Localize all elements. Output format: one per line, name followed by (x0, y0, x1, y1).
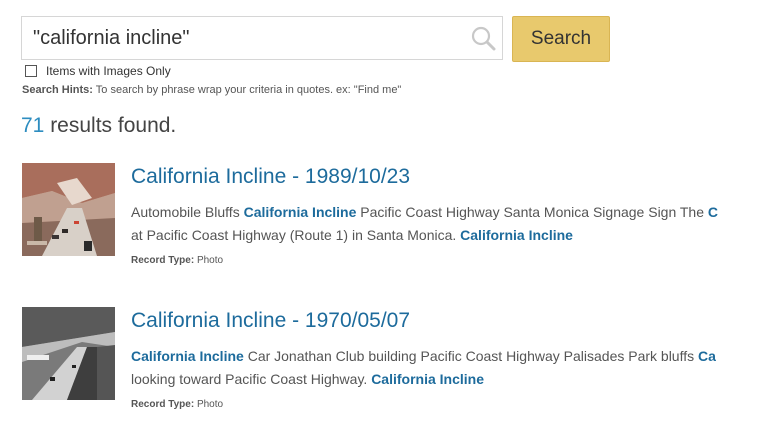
record-type-label: Record Type: (131, 399, 195, 410)
snippet-highlight: California Incline (131, 348, 244, 364)
snippet-text: Pacific Coast Highway Santa Monica Signa… (356, 204, 708, 220)
snippet-text: at Pacific Coast Highway (Route 1) in Sa… (131, 227, 461, 243)
search-box (21, 16, 503, 60)
result-snippet: Automobile Bluffs California Incline Pac… (131, 201, 768, 247)
snippet-highlight: California Incline (371, 371, 484, 387)
result-thumbnail[interactable] (22, 307, 115, 400)
snippet-highlight: C (707, 204, 719, 220)
result-title-link[interactable]: California Incline - 1970/05/07 (131, 309, 410, 333)
bw-photo-coastal-highway-icon (22, 307, 115, 400)
images-only-checkbox[interactable] (25, 65, 37, 77)
search-icon[interactable] (470, 25, 496, 51)
snippet-line: Automobile Bluffs California Incline Pac… (131, 201, 768, 224)
record-type: Record Type: Photo (131, 255, 223, 266)
search-hints-text: To search by phrase wrap your criteria i… (92, 84, 402, 96)
snippet-line: at Pacific Coast Highway (Route 1) in Sa… (131, 224, 768, 247)
snippet-text: looking toward Pacific Coast Highway. (131, 371, 372, 387)
result-thumbnail[interactable] (22, 163, 115, 256)
search-hints: Search Hints: To search by phrase wrap y… (22, 84, 401, 96)
record-type: Record Type: Photo (131, 399, 223, 410)
snippet-text: Car Jonathan Club building Pacific Coast… (243, 348, 699, 364)
results-count-suffix: results found. (44, 114, 177, 137)
result-snippet: California Incline Car Jonathan Club bui… (131, 345, 768, 391)
snippet-text: Automobile Bluffs (131, 204, 244, 220)
search-results-panel: Search Items with Images Only Search Hin… (0, 0, 768, 426)
results-count: 71 results found. (21, 114, 176, 138)
record-type-label: Record Type: (131, 255, 195, 266)
search-button[interactable]: Search (512, 16, 610, 62)
search-hints-label: Search Hints: (22, 84, 93, 96)
images-only-label: Items with Images Only (46, 64, 171, 78)
snippet-highlight: Ca (698, 348, 716, 364)
images-only-filter[interactable]: Items with Images Only (25, 64, 171, 78)
search-input[interactable] (22, 17, 452, 59)
record-type-value: Photo (196, 399, 224, 410)
snippet-highlight: California Incline (460, 227, 573, 243)
record-type-value: Photo (196, 255, 224, 266)
results-count-number: 71 (21, 114, 45, 137)
result-title-link[interactable]: California Incline - 1989/10/23 (131, 165, 410, 189)
snippet-highlight: California Incline (243, 204, 357, 220)
color-photo-highway-bluffs-icon (22, 163, 115, 256)
snippet-line: California Incline Car Jonathan Club bui… (131, 345, 768, 368)
snippet-line: looking toward Pacific Coast Highway. Ca… (131, 368, 768, 391)
